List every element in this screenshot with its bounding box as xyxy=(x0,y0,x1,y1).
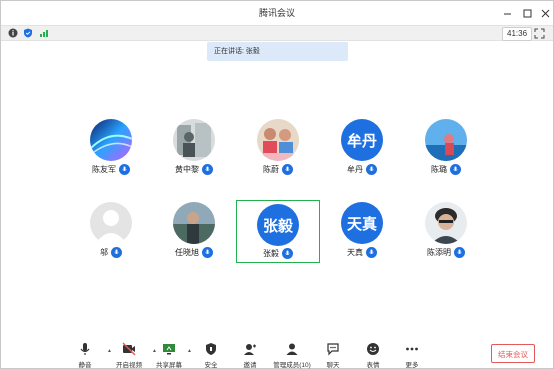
participant-tile[interactable]: 陈璐 xyxy=(404,119,488,181)
shield-icon xyxy=(206,343,216,355)
title-bar: 腾讯会议 xyxy=(1,1,553,25)
participant-name: 张毅 xyxy=(263,248,279,258)
video-off-icon xyxy=(122,342,136,356)
chat-icon xyxy=(327,343,339,356)
more-icon xyxy=(406,347,418,351)
window-title: 腾讯会议 xyxy=(258,8,295,18)
participant-tile[interactable]: 任晓旭 xyxy=(152,202,236,264)
participant-name: 天真 xyxy=(347,247,363,257)
avatar xyxy=(90,202,132,244)
microphone-icon xyxy=(282,163,293,175)
end-meeting-button[interactable]: 结束会议 xyxy=(491,344,535,363)
participant-name: 陈蔚 xyxy=(263,164,279,174)
avatar xyxy=(173,119,215,161)
info-bar: 41:36 xyxy=(1,25,553,41)
participant-tile[interactable]: 陈蔚 xyxy=(236,119,320,181)
participant-name: 陈璐 xyxy=(431,164,447,174)
microphone-icon xyxy=(282,247,293,259)
avatar: 天真 xyxy=(341,202,383,244)
more-label: 更多 xyxy=(405,362,419,369)
microphone-icon xyxy=(202,246,213,258)
avatar xyxy=(425,119,467,161)
minimize-icon[interactable] xyxy=(498,4,516,22)
info-icon[interactable] xyxy=(8,28,18,38)
microphone-icon xyxy=(202,163,213,175)
signal-icon[interactable] xyxy=(39,28,49,38)
microphone-icon xyxy=(119,163,130,175)
microphone-icon xyxy=(450,163,461,175)
maximize-icon[interactable] xyxy=(518,4,536,22)
participant-tile[interactable]: 陈添明 xyxy=(404,202,488,264)
participant-tile[interactable]: 天真 天真 xyxy=(320,202,404,264)
microphone-icon xyxy=(111,246,122,258)
microphone-icon xyxy=(80,343,90,355)
avatar: 牟丹 xyxy=(341,119,383,161)
avatar xyxy=(90,119,132,161)
meeting-timer: 41:36 xyxy=(502,27,533,41)
microphone-icon xyxy=(454,246,465,258)
microphone-icon xyxy=(366,163,377,175)
participant-name: 牟丹 xyxy=(347,164,363,174)
shield-icon[interactable] xyxy=(23,28,33,38)
speaking-banner: 正在讲话: 张毅 xyxy=(207,42,348,61)
avatar: 张毅 xyxy=(257,204,299,246)
avatar xyxy=(257,119,299,161)
participant-tile[interactable]: 牟丹 牟丹 xyxy=(320,119,404,181)
fullscreen-icon[interactable] xyxy=(534,28,545,39)
participant-tile[interactable]: 陈友军 xyxy=(69,119,153,181)
avatar xyxy=(425,202,467,244)
close-icon[interactable] xyxy=(536,4,554,22)
participant-tile[interactable]: 邬 xyxy=(69,202,153,264)
participant-name: 邬 xyxy=(100,247,108,257)
share-screen-icon xyxy=(163,344,175,355)
members-icon xyxy=(286,343,298,355)
participant-name: 黄中黎 xyxy=(175,164,199,174)
add-user-icon xyxy=(244,344,256,355)
more-button[interactable]: 更多 xyxy=(392,340,432,369)
participant-name: 陈添明 xyxy=(427,247,451,257)
participant-tile[interactable]: 黄中黎 xyxy=(152,119,236,181)
smiley-icon xyxy=(367,343,379,355)
participant-name: 任晓旭 xyxy=(175,247,199,257)
avatar xyxy=(173,202,215,244)
meeting-toolbar: 静音 ▲ 开启视频 ▲ 共享屏幕 ▲ 安全 邀请 管理成员(10) 聊天 表情 … xyxy=(1,338,553,369)
participant-tile-active-speaker[interactable]: 张毅 张毅 xyxy=(236,200,320,263)
microphone-icon xyxy=(366,246,377,258)
participant-name: 陈友军 xyxy=(92,164,116,174)
